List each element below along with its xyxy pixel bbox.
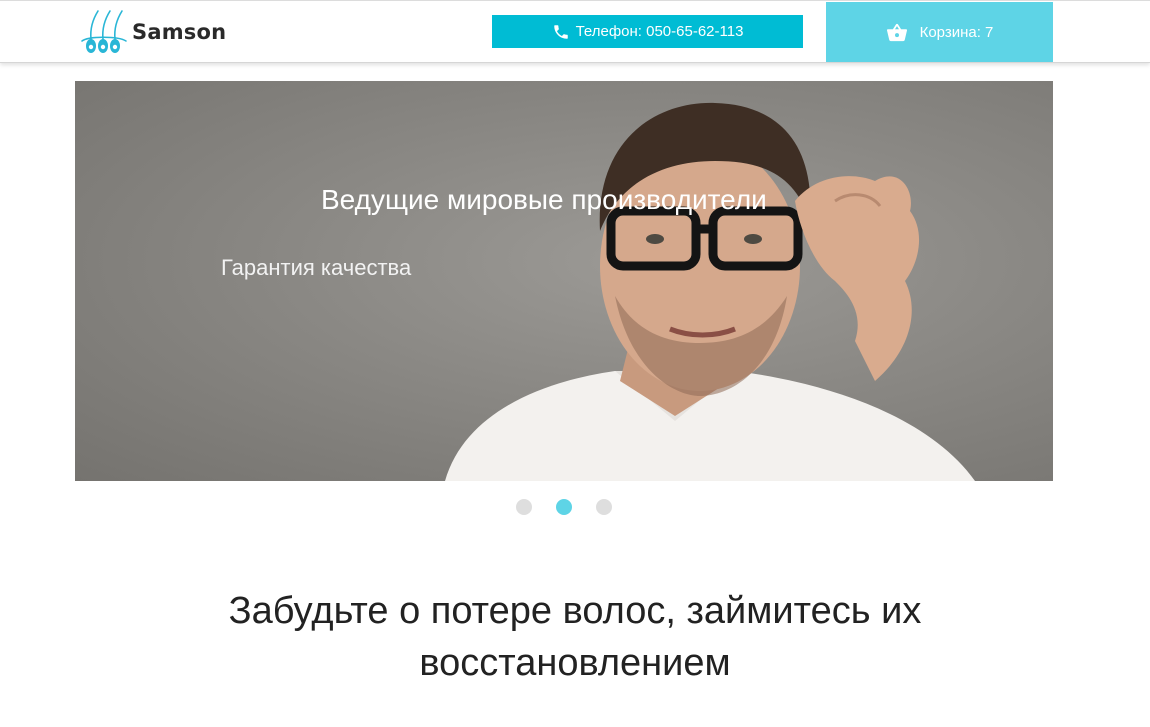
slider-dot-2[interactable] (556, 499, 572, 515)
phone-button[interactable]: Телефон: 050-65-62-113 (492, 15, 803, 48)
logo-text: Samson (132, 20, 227, 44)
logo-hair-icon (81, 10, 127, 53)
page: Samson Телефон: 050-65-62-113 Корзина: 7 (0, 0, 1150, 727)
slider-dot-3[interactable] (596, 499, 612, 515)
slider-dots (516, 499, 612, 515)
phone-label: Телефон: 050-65-62-113 (575, 23, 744, 40)
cart-button[interactable]: Корзина: 7 (826, 2, 1053, 62)
cart-label: Корзина: 7 (919, 23, 994, 41)
hero-title: Ведущие мировые производители (321, 184, 767, 215)
page-headline: Забудьте о потере волос, займитесь их во… (75, 585, 1075, 689)
hero-subtitle: Гарантия качества (221, 255, 412, 280)
hero-slider[interactable]: Ведущие мировые производители Гарантия к… (75, 81, 1053, 481)
headline-line-2: восстановлением (419, 642, 731, 684)
slider-dot-1[interactable] (516, 499, 532, 515)
phone-icon (553, 24, 568, 39)
basket-icon (886, 23, 907, 42)
site-header: Samson Телефон: 050-65-62-113 Корзина: 7 (0, 0, 1150, 63)
hero-photo (445, 102, 975, 481)
headline-line-1: Забудьте о потере волос, займитесь их (228, 590, 922, 632)
logo[interactable]: Samson (78, 9, 226, 55)
